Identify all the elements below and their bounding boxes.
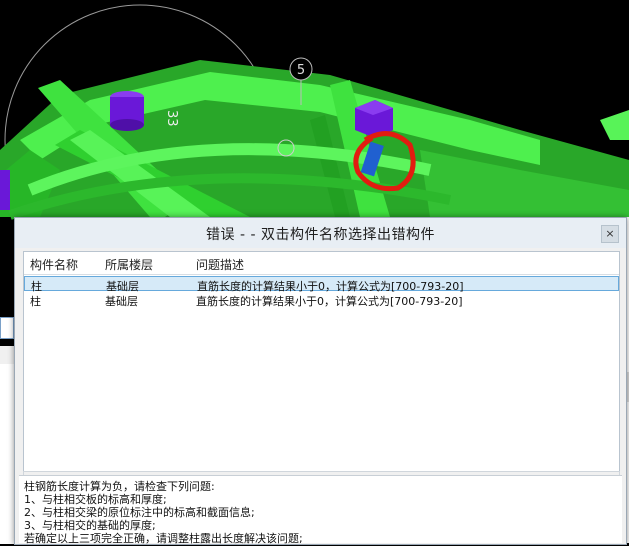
axis-label-5: 5 bbox=[297, 63, 305, 78]
column bbox=[110, 91, 144, 131]
close-button[interactable]: × bbox=[601, 225, 619, 243]
column-header-desc[interactable]: 问题描述 bbox=[196, 256, 244, 273]
side-panel-fragment bbox=[0, 346, 14, 364]
column-header-floor[interactable]: 所属楼层 bbox=[105, 256, 153, 273]
dialog-title: 错误 - - 双击构件名称选择出错构件 bbox=[206, 227, 435, 243]
error-dialog: 错误 - - 双击构件名称选择出错构件 × 构件名称 所属楼层 问题描述 柱 基… bbox=[14, 217, 627, 545]
side-panel-fragment bbox=[0, 364, 15, 544]
row-name: 柱 bbox=[30, 295, 41, 308]
column bbox=[0, 170, 10, 210]
side-panel-fragment bbox=[0, 317, 14, 339]
row-floor: 基础层 bbox=[105, 295, 138, 308]
table-row[interactable]: 柱 基础层 直筋长度的计算结果小于0，计算公式为[700-793-20] bbox=[24, 292, 619, 308]
close-icon: × bbox=[605, 227, 615, 240]
table-row[interactable]: 柱 基础层 直筋长度的计算结果小于0，计算公式为[700-793-20] bbox=[24, 276, 619, 293]
axis-label-33: 33 bbox=[164, 110, 179, 127]
hint-panel: 柱钢筋长度计算为负，请检查下列问题: 1、与柱相交板的标高和厚度; 2、与柱相交… bbox=[19, 475, 622, 545]
column-header-name[interactable]: 构件名称 bbox=[30, 256, 78, 273]
dialog-titlebar[interactable]: 错误 - - 双击构件名称选择出错构件 × bbox=[15, 218, 626, 248]
table-header: 构件名称 所属楼层 问题描述 bbox=[24, 252, 619, 275]
error-table: 构件名称 所属楼层 问题描述 柱 基础层 直筋长度的计算结果小于0，计算公式为[… bbox=[23, 251, 620, 473]
row-desc: 直筋长度的计算结果小于0，计算公式为[700-793-20] bbox=[196, 295, 463, 308]
